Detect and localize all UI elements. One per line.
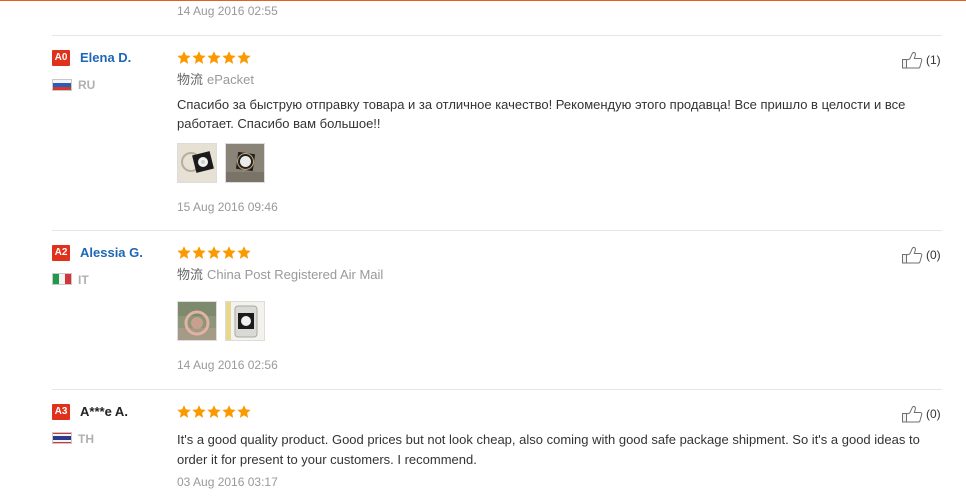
reviewer-country: TH [78,432,94,446]
flag-it-icon [52,273,72,285]
helpful-button[interactable]: (1) [901,51,941,69]
review-text-line: работает. Спасибо вам большое!! [177,116,381,131]
helpful-count: (0) [926,248,941,262]
star-icon [177,51,191,64]
star-icon [222,405,236,418]
reviewer-country: IT [78,273,89,287]
star-icon [177,246,191,259]
star-icon [192,51,206,64]
review-photo[interactable] [177,301,217,341]
review-text-line: order it for present to your customers. … [177,452,477,467]
review-list: 14 Aug 2016 02:55 A0 Elena D. RU 物流 ePack… [0,0,966,498]
flag-th-icon [52,432,72,444]
rating-stars [177,405,251,419]
logistics-method: ePacket [207,72,254,87]
review-divider [52,35,942,36]
star-icon [177,405,191,418]
review-text-line: It's a good quality product. Good prices… [177,432,920,447]
user-level-badge: A2 [52,245,70,261]
rating-stars [177,51,251,65]
star-icon [192,405,206,418]
flag-ru-icon [52,79,72,91]
star-icon [222,51,236,64]
review-date: 14 Aug 2016 02:55 [177,4,278,18]
star-icon [207,51,221,64]
review-date: 14 Aug 2016 02:56 [177,358,278,372]
logistics-method: China Post Registered Air Mail [207,267,384,282]
review-photo[interactable] [225,143,265,183]
helpful-button[interactable]: (0) [901,405,941,423]
review-photo[interactable] [177,143,217,183]
review-text: Спасибо за быструю отправку товара и за … [177,95,905,133]
reviewer-country: RU [78,78,96,92]
thumbs-up-icon [902,246,923,264]
logistics-info: 物流 China Post Registered Air Mail [177,266,383,284]
star-icon [237,51,251,64]
helpful-button[interactable]: (0) [901,246,941,264]
user-level-badge: A0 [52,50,70,66]
thumbs-up-icon [902,405,923,423]
thumbs-up-icon [902,51,923,69]
review-divider [52,389,942,390]
helpful-count: (0) [926,407,941,421]
star-icon [222,246,236,259]
reviewer-name: A***e A. [80,404,128,419]
logistics-label: 物流 [177,72,204,87]
helpful-count: (1) [926,53,941,67]
section-top-border [0,0,966,1]
star-icon [237,246,251,259]
review-date: 15 Aug 2016 09:46 [177,200,278,214]
star-icon [207,246,221,259]
star-icon [192,246,206,259]
logistics-label: 物流 [177,267,204,282]
star-icon [237,405,251,418]
star-icon [207,405,221,418]
reviewer-name[interactable]: Elena D. [80,50,131,66]
review-text: It's a good quality product. Good prices… [177,430,920,470]
logistics-info: 物流 ePacket [177,71,254,89]
review-divider [52,230,942,231]
reviewer-name[interactable]: Alessia G. [80,245,143,261]
review-photo[interactable] [225,301,265,341]
user-level-badge: A3 [52,404,70,420]
review-date: 03 Aug 2016 03:17 [177,475,278,489]
review-text-line: Спасибо за быструю отправку товара и за … [177,97,906,112]
rating-stars [177,246,251,260]
